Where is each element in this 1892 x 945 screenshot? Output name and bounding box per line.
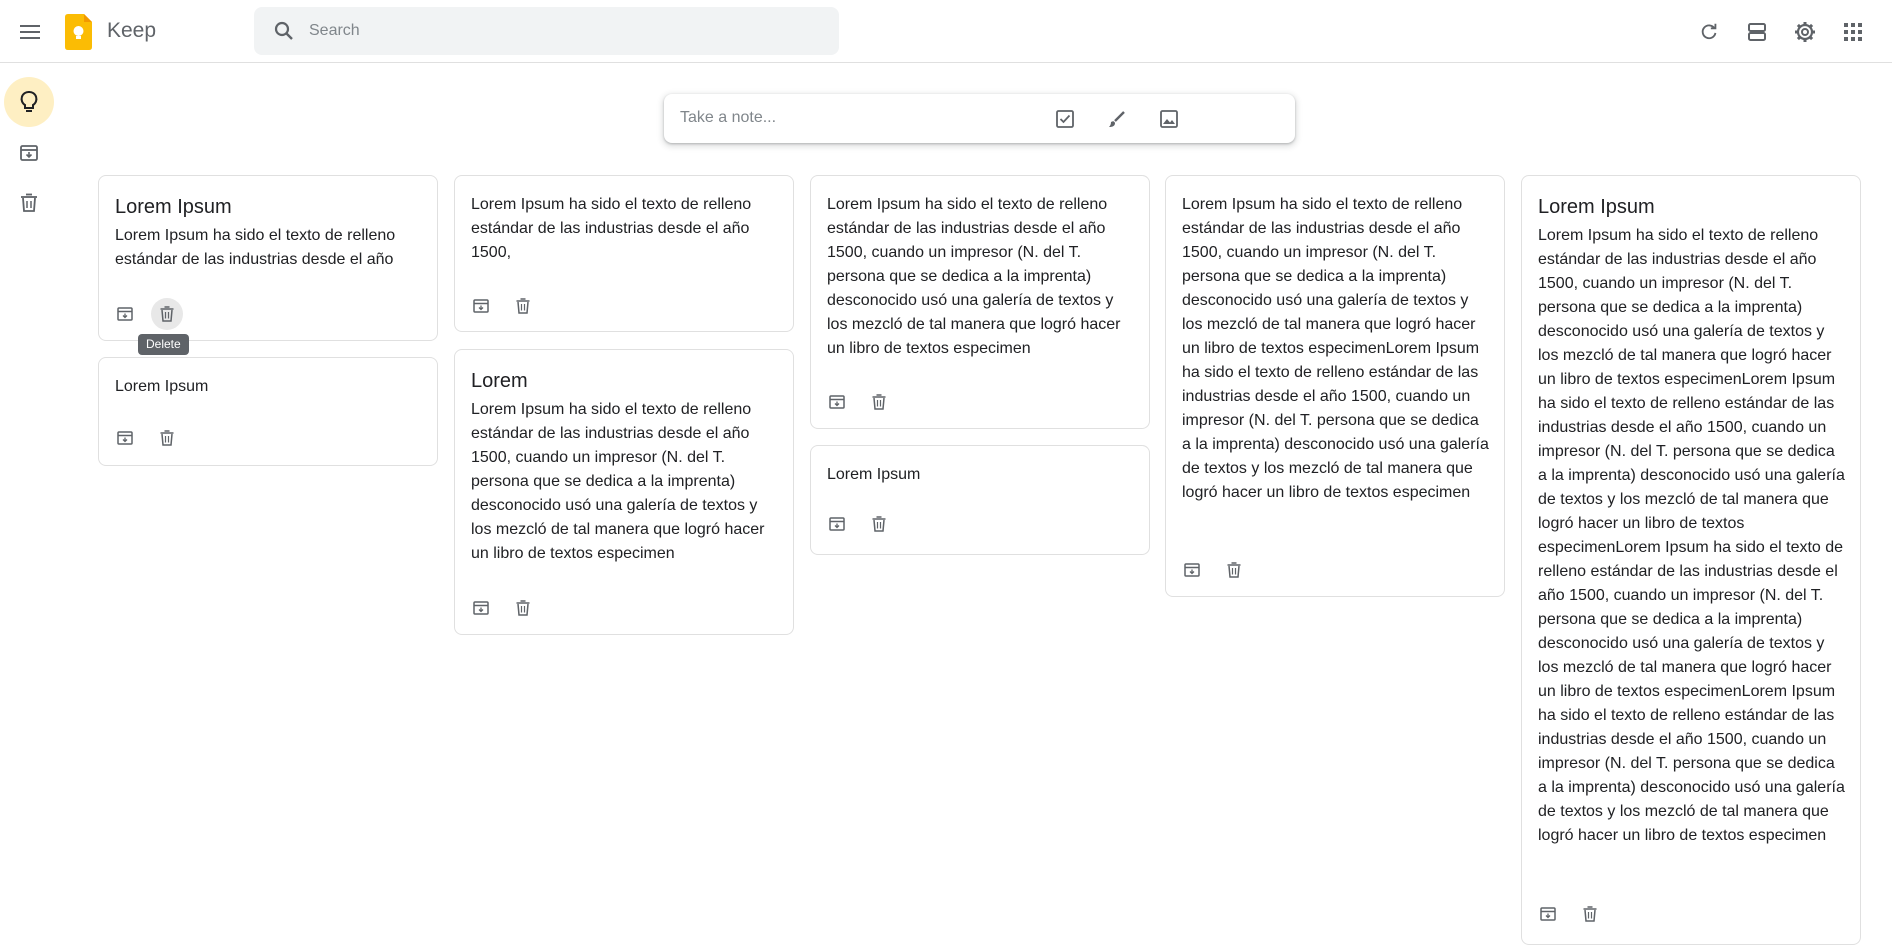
delete-icon[interactable]	[151, 422, 183, 454]
app-title: Keep	[107, 19, 157, 42]
archive-icon[interactable]	[1176, 554, 1208, 586]
note-title: Lorem	[471, 370, 528, 392]
archive-icon[interactable]	[109, 422, 141, 454]
sidebar-item-archive[interactable]	[4, 128, 54, 178]
sidebar-item-trash[interactable]	[4, 178, 54, 228]
delete-icon[interactable]	[507, 290, 539, 322]
note-body: Lorem Ipsum ha sido el texto de relleno …	[471, 196, 752, 261]
note-card[interactable]: Lorem Ipsum Lorem Ipsum ha sido el texto…	[1521, 175, 1861, 945]
archive-icon[interactable]	[465, 592, 497, 624]
delete-icon[interactable]	[151, 298, 183, 330]
apps-grid-icon[interactable]	[1837, 16, 1869, 48]
lightbulb-icon	[19, 90, 39, 114]
note-card[interactable]: Lorem Lorem Ipsum ha sido el texto de re…	[454, 349, 794, 635]
delete-icon[interactable]	[507, 592, 539, 624]
note-body: Lorem Ipsum ha sido el texto de relleno …	[471, 401, 765, 562]
note-actions	[465, 290, 539, 322]
search-icon[interactable]	[272, 19, 296, 43]
trash-icon	[20, 193, 38, 213]
delete-icon[interactable]	[863, 508, 895, 540]
note-card[interactable]: Lorem Ipsum ha sido el texto de relleno …	[1165, 175, 1505, 597]
checkbox-icon[interactable]	[1052, 106, 1078, 132]
note-body: Lorem Ipsum	[115, 378, 209, 395]
note-card[interactable]: Lorem Ipsum	[810, 445, 1150, 555]
archive-icon[interactable]	[821, 508, 853, 540]
note-card[interactable]: Lorem Ipsum Lorem Ipsum ha sido el texto…	[98, 175, 438, 341]
search-input[interactable]	[309, 22, 809, 40]
archive-icon[interactable]	[465, 290, 497, 322]
note-body: Lorem Ipsum ha sido el texto de relleno …	[1182, 196, 1489, 501]
note-title: Lorem Ipsum	[1538, 196, 1655, 218]
note-actions	[109, 422, 183, 454]
search-bar[interactable]	[254, 7, 839, 55]
menu-icon[interactable]	[14, 16, 46, 48]
keep-logo-icon	[65, 14, 92, 50]
note-card[interactable]: Lorem Ipsum	[98, 357, 438, 466]
note-body: Lorem Ipsum ha sido el texto de relleno …	[115, 227, 396, 268]
settings-icon[interactable]	[1789, 16, 1821, 48]
delete-icon[interactable]	[1218, 554, 1250, 586]
delete-icon[interactable]	[1574, 898, 1606, 930]
brush-icon[interactable]	[1104, 106, 1130, 132]
note-body: Lorem Ipsum	[827, 466, 921, 483]
note-title: Lorem Ipsum	[115, 196, 232, 218]
refresh-icon[interactable]	[1693, 16, 1725, 48]
take-note-bar[interactable]: Take a note...	[664, 94, 1295, 143]
archive-icon[interactable]	[109, 298, 141, 330]
note-actions	[821, 508, 895, 540]
note-body: Lorem Ipsum ha sido el texto de relleno …	[827, 196, 1121, 357]
note-actions	[1176, 554, 1250, 586]
archive-icon	[19, 143, 39, 163]
archive-icon[interactable]	[821, 386, 853, 418]
delete-icon[interactable]	[863, 386, 895, 418]
image-icon[interactable]	[1156, 106, 1182, 132]
sidebar-item-notes[interactable]	[4, 77, 54, 127]
note-actions	[1532, 898, 1606, 930]
note-actions	[821, 386, 895, 418]
take-note-placeholder[interactable]: Take a note...	[680, 109, 776, 127]
note-card[interactable]: Lorem Ipsum ha sido el texto de relleno …	[810, 175, 1150, 429]
top-app-bar: Keep	[0, 0, 1892, 63]
note-card[interactable]: Lorem Ipsum ha sido el texto de relleno …	[454, 175, 794, 332]
note-actions	[465, 592, 539, 624]
note-body: Lorem Ipsum ha sido el texto de relleno …	[1538, 227, 1845, 844]
archive-icon[interactable]	[1532, 898, 1564, 930]
delete-tooltip: Delete	[138, 334, 189, 355]
note-actions	[109, 298, 183, 330]
list-view-icon[interactable]	[1741, 16, 1773, 48]
